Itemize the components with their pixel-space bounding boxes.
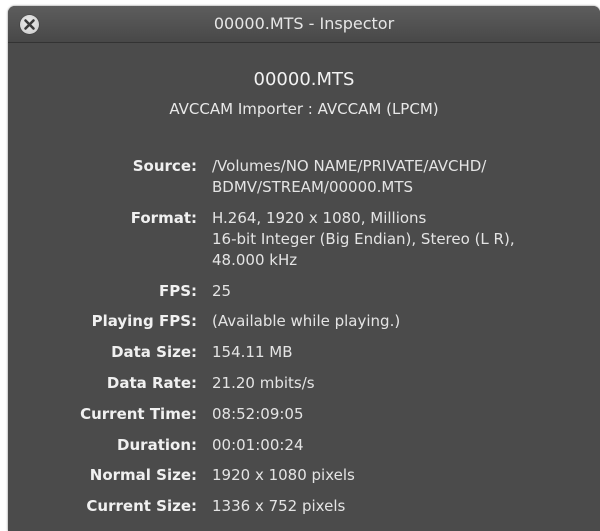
property-value: 1336 x 752 pixels bbox=[212, 497, 346, 516]
properties-list: Source: /Volumes/NO NAME/PRIVATE/AVCHD/ … bbox=[8, 156, 600, 527]
property-row-current-size: Current Size: 1336 x 752 pixels bbox=[8, 496, 600, 517]
property-label: Data Rate: bbox=[106, 373, 197, 392]
property-label: Playing FPS: bbox=[91, 312, 197, 331]
property-value: 08:52:09:05 bbox=[212, 404, 304, 423]
property-label: Source: bbox=[132, 157, 197, 175]
property-label: Duration: bbox=[117, 435, 197, 454]
property-value: 154.11 MB bbox=[212, 343, 293, 362]
property-value: 21.20 mbits/s bbox=[212, 373, 315, 392]
property-value: 00:01:00:24 bbox=[212, 435, 304, 454]
property-row-playing-fps: Playing FPS: (Available while playing.) bbox=[8, 311, 600, 332]
property-value: 25 bbox=[212, 281, 232, 300]
property-label: Normal Size: bbox=[89, 466, 197, 485]
property-row-normal-size: Normal Size: 1920 x 1080 pixels bbox=[8, 465, 600, 486]
property-row-format: Format: H.264, 1920 x 1080, Millions 16-… bbox=[8, 208, 600, 271]
importer-info: AVCCAM Importer : AVCCAM (LPCM) bbox=[169, 100, 439, 118]
property-value: 1920 x 1080 pixels bbox=[212, 466, 355, 485]
file-name: 00000.MTS bbox=[253, 69, 355, 90]
file-header: 00000.MTS AVCCAM Importer : AVCCAM (LPCM… bbox=[8, 43, 600, 120]
property-row-duration: Duration: 00:01:00:24 bbox=[8, 435, 600, 456]
property-row-current-time: Current Time: 08:52:09:05 bbox=[8, 404, 600, 425]
property-row-source: Source: /Volumes/NO NAME/PRIVATE/AVCHD/ … bbox=[8, 156, 600, 198]
property-label: Data Size: bbox=[111, 343, 197, 362]
property-row-data-size: Data Size: 154.11 MB bbox=[8, 342, 600, 363]
property-row-fps: FPS: 25 bbox=[8, 281, 600, 302]
property-row-data-rate: Data Rate: 21.20 mbits/s bbox=[8, 373, 600, 394]
property-label: Current Size: bbox=[86, 497, 197, 516]
window-title: 00000.MTS - Inspector bbox=[213, 14, 395, 33]
property-label: Format: bbox=[130, 208, 197, 227]
inspector-window: 00000.MTS - Inspector 00000.MTS AVCCAM I… bbox=[8, 6, 600, 531]
property-label: Current Time: bbox=[80, 404, 197, 423]
property-value: (Available while playing.) bbox=[212, 312, 401, 331]
property-label: FPS: bbox=[158, 281, 197, 300]
property-value: /Volumes/NO NAME/PRIVATE/AVCHD/ BDMV/STR… bbox=[212, 157, 487, 196]
title-bar[interactable]: 00000.MTS - Inspector bbox=[8, 6, 600, 43]
property-value: H.264, 1920 x 1080, Millions 16-bit Inte… bbox=[212, 208, 515, 269]
